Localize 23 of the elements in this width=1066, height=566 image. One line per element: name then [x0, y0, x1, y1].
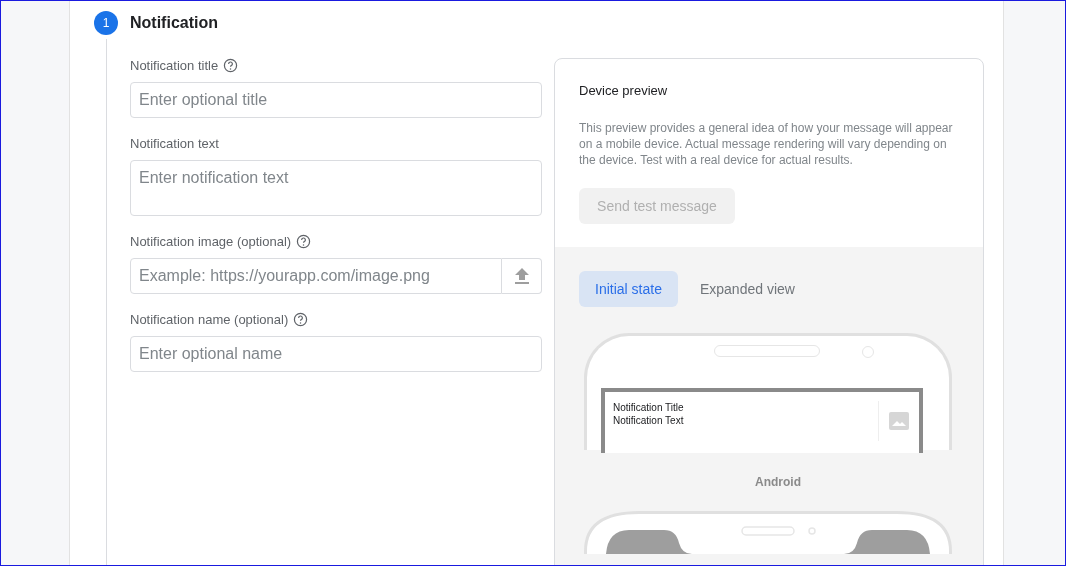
- field-label: Notification image (optional): [130, 233, 292, 249]
- help-icon[interactable]: [223, 57, 239, 73]
- platform-label: Android: [754, 475, 802, 489]
- preview-description: This preview provides a general idea of how your message will appear on a mobile device. Actual message rendering will vary depending on the device. Test with a real device for actual results.: [579, 120, 954, 168]
- section-title: Notification: [130, 13, 218, 32]
- preview-title: Device preview: [579, 83, 669, 98]
- notification-text: Notification Text: [613, 414, 684, 427]
- upload-icon: [513, 267, 530, 285]
- field-label: Notification name (optional): [130, 311, 289, 327]
- preview-tab[interactable]: Initial state: [579, 271, 678, 307]
- field-label: Notification text: [130, 135, 219, 151]
- help-icon[interactable]: [293, 311, 309, 327]
- image-placeholder-icon: [889, 412, 909, 430]
- text-area[interactable]: Enter notification text: [130, 160, 542, 216]
- help-icon[interactable]: [296, 233, 312, 249]
- upload-button[interactable]: [502, 258, 542, 294]
- preview-tab[interactable]: Expanded view: [683, 271, 811, 307]
- step-number: 1: [94, 10, 118, 35]
- field-label: Notification title: [130, 57, 219, 73]
- text-field[interactable]: Enter optional name: [130, 336, 542, 372]
- notification-title: Notification Title: [613, 401, 684, 414]
- text-field[interactable]: Enter optional title: [130, 82, 542, 118]
- url-field[interactable]: Example: https://yourapp.com/image.png: [130, 258, 502, 294]
